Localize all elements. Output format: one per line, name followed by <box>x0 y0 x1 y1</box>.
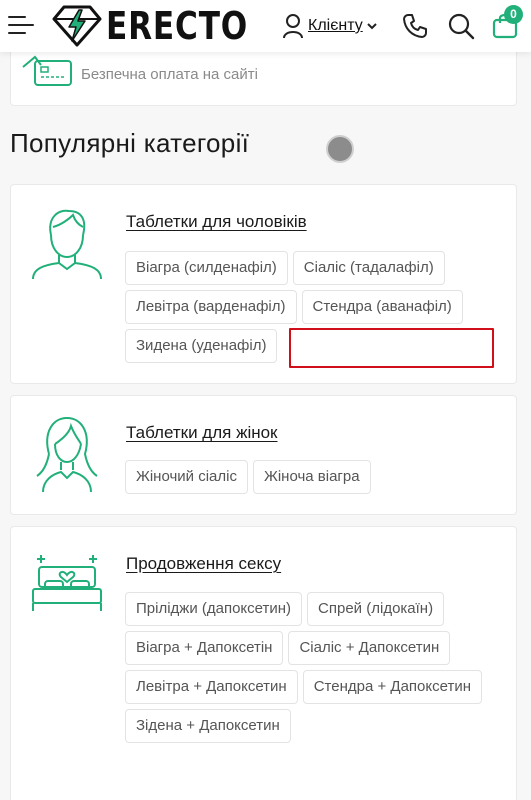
logo-text[interactable]: ERECTO <box>106 4 248 48</box>
category-tags-prolong: Пріліджи (дапоксетин) Спрей (лідокаїн) В… <box>125 592 508 743</box>
tag-levitra[interactable]: Левітра (варденафіл) <box>125 290 297 324</box>
category-card-women: Таблетки для жінок Жіночий сіаліс Жіноча… <box>10 395 517 515</box>
account-label[interactable]: Клієнту <box>308 17 363 35</box>
popular-categories-title: Популярні категорії <box>10 128 250 158</box>
tag-zydena-dapoxetine[interactable]: Зідена + Дапоксетин <box>125 709 291 743</box>
tag-priligy[interactable]: Пріліджи (дапоксетин) <box>125 592 303 626</box>
site-header: ERECTO Клієнту 0 <box>0 0 531 52</box>
tag-viagra-dapoxetine[interactable]: Віагра + Дапоксетін <box>125 631 284 665</box>
woman-icon <box>36 416 98 493</box>
category-card-prolong: Продовження сексу Пріліджи (дапоксетин) … <box>10 526 517 800</box>
tag-zydena[interactable]: Зидена (уденафіл) <box>125 329 278 363</box>
tag-levitra-dapoxetine[interactable]: Левітра + Дапоксетин <box>125 670 298 704</box>
category-title-prolong[interactable]: Продовження сексу <box>126 554 281 574</box>
user-icon <box>283 14 303 39</box>
tag-stendra[interactable]: Стендра (аванафіл) <box>301 290 463 324</box>
tag-spray[interactable]: Спрей (лідокаїн) <box>307 592 445 626</box>
tag-viagra[interactable]: Віагра (силденафіл) <box>125 251 288 285</box>
payment-text: Безпечна оплата на сайті <box>81 66 258 83</box>
cart-count-badge[interactable]: 0 <box>504 5 523 24</box>
man-icon <box>32 209 102 280</box>
highlight-box <box>289 328 494 368</box>
account-menu[interactable]: Клієнту <box>282 12 377 40</box>
tag-cialis-dapoxetine[interactable]: Сіаліс + Дапоксетин <box>288 631 451 665</box>
tag-cialis[interactable]: Сіаліс (тадалафіл) <box>292 251 445 285</box>
menu-icon[interactable] <box>8 14 36 36</box>
credit-card-icon <box>22 55 72 86</box>
logo-diamond-icon[interactable] <box>52 5 102 47</box>
category-title-men[interactable]: Таблетки для чоловіків <box>126 212 307 232</box>
bed-heart-icon <box>32 555 102 611</box>
tag-female-cialis[interactable]: Жіночий сіаліс <box>125 460 248 494</box>
loading-spinner <box>326 135 354 163</box>
tag-stendra-dapoxetine[interactable]: Стендра + Дапоксетин <box>302 670 482 704</box>
phone-icon[interactable] <box>402 13 428 39</box>
search-icon[interactable] <box>447 12 475 40</box>
tag-female-viagra[interactable]: Жіноча віагра <box>252 460 371 494</box>
category-title-women[interactable]: Таблетки для жінок <box>126 423 278 443</box>
category-tags-women: Жіночий сіаліс Жіноча віагра <box>125 460 508 494</box>
chevron-down-icon <box>367 23 377 30</box>
